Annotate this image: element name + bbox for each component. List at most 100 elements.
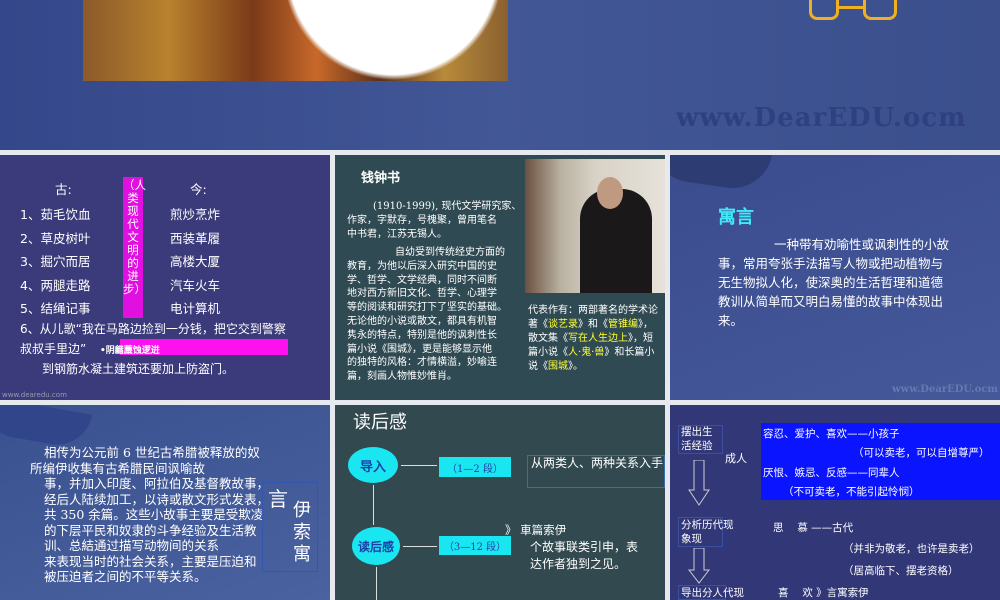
works-text: 代表作有：两部著名的学术论著《谈艺录》和《管锥编》，散文集《写在人生边上》，短篇… <box>528 305 658 372</box>
leaf-decoration <box>670 155 773 194</box>
text-line: 经后人陆续加工，以诗或散文形式发表， <box>44 491 270 507</box>
node-reflection: 读后感 <box>352 527 400 565</box>
modern-label: 今: <box>190 182 207 197</box>
reflection-text-2: 达作者独到之见。 <box>530 557 627 571</box>
text-line: 中书君，江苏无锡人。 <box>347 229 447 240</box>
portrait-photo <box>525 159 665 293</box>
text-line: 共 350 余篇。这些小故事主要是受欺凌 <box>44 507 264 522</box>
intro-text-value: 从两类人、两种关系入手 <box>531 456 664 470</box>
text-line: 篇，刻画人物惟妙惟肖。 <box>347 371 457 383</box>
panel-line: （可以卖老，可以自增尊严） <box>853 447 990 459</box>
text-line: (1910-1999), 现代文学研究家、 <box>373 201 522 212</box>
row2-b: （居高临下、摆老资格） <box>843 565 959 577</box>
range-box-1: （1—2 段） <box>439 457 511 477</box>
text-line: 地对西方新旧文化、哲学、心理学 <box>347 288 497 300</box>
definition-text: 一种带有劝喻性或讽刺性的小故事，常用夸张手法描写人物或把动植物与无生物拟人化，使… <box>718 235 954 330</box>
slide-age-analysis[interactable]: 摆出生活经验 成人 { 容忍、爱护、喜欢——小孩子 （可以卖老，可以自增尊严） … <box>670 405 1000 600</box>
reflection-text-1: 个故事联类引申，表 <box>530 540 639 554</box>
row3-text: 喜 欢 》言寓索伊 <box>778 587 869 599</box>
vertical-banner: （人类现代文明的进步） <box>123 177 146 318</box>
logo-icon <box>809 0 839 20</box>
text-line: 篇小说《围城》，更是能够显示他 <box>347 343 492 355</box>
panel-line: （不可卖老，不能引起怜悯） <box>783 486 920 498</box>
text-line: 的独特的风格：才情横溢，妙喻连 <box>347 357 497 369</box>
slide-qian-zhongshu[interactable]: 钱钟书 (1910-1999), 现代文学研究家、 作家，字默存，号槐聚，曾用笔… <box>335 155 665 400</box>
modern-item: 煎炒烹炸 <box>170 207 221 222</box>
slide-fable-definition[interactable]: 寓言 一种带有劝喻性或讽刺性的小故事，常用夸张手法描写人物或把动植物与无生物拟人… <box>670 155 1000 400</box>
text-line: 事，并加入印度、阿拉伯及基督教故事， <box>44 476 270 491</box>
bio-para1: (1910-1999), 现代文学研究家、 作家，字默存，号槐聚，曾用笔名 中书… <box>347 200 521 242</box>
text-line: 来表现当时的社会关系，主要是压迫和 <box>44 553 257 569</box>
aesop-text: 相传为公元前 6 世纪古希腊被释放的奴 所编伊收集有古希腊民间讽喻故 事，并加入… <box>30 445 269 585</box>
item6-line2: 叔叔手里边” <box>20 342 87 356</box>
text-line: 等的阅读和研究打下了坚实的基础。 <box>347 302 507 314</box>
text-line: 相传为公元前 6 世纪古希腊被释放的奴 <box>44 445 260 460</box>
text-line: 无论他的小说或散文，都具有机智 <box>347 315 497 327</box>
panel-line: 厌恨、嫉忌、反感——同辈人 <box>763 467 900 479</box>
logo-bar <box>836 6 866 9</box>
text-line: 教育，为他以后深入研究中国的史 <box>347 260 497 272</box>
slide-title: 寓言 <box>718 207 754 228</box>
text-line: 学、哲学、文学经典，同时不间断 <box>347 274 497 286</box>
slide-top[interactable]: www.DearEDU.ocm <box>0 0 1000 150</box>
modern-item: 高楼大厦 <box>170 254 221 269</box>
ancient-list: 1、茹毛饮血 2、草皮树叶 3、掘穴而居 4、两腿走路 5、结绳记事 <box>20 203 90 321</box>
down-arrow-icon <box>688 459 710 506</box>
down-arrow-icon <box>687 547 711 584</box>
text-line: 训、总結通过描写动物间的关系 <box>44 538 220 553</box>
box-derive-text: 导出分人代现 <box>681 587 744 599</box>
bio-para2: 自幼受到传统经史方面的 教育，为他以后深入研究中国的史 学、哲学、文学经典，同时… <box>347 246 507 384</box>
text-line: 的下层平民和奴隶的斗争经验及生活教 <box>44 522 257 538</box>
box-experience-value: 摆出生活经验 <box>681 426 713 452</box>
overlay-text: •阴龤蘪蚀逻逬 <box>100 346 160 356</box>
modern-item: 西装革履 <box>170 230 221 246</box>
vertical-banner-text: （人类现代文明的进步） <box>123 178 146 296</box>
reflection-head: 》 車篇索伊 <box>505 523 567 537</box>
row2-a: （并非为敬老，也许是卖老） <box>843 543 980 555</box>
slide-title: 读后感 <box>353 412 407 433</box>
arrow-line <box>403 546 437 547</box>
ancient-item: 3、掘穴而居 <box>20 254 91 269</box>
connector-line <box>373 485 374 525</box>
watermark: www.dearedu.com <box>2 391 67 399</box>
box-experience-text: 摆出生活经验 <box>681 425 719 453</box>
text-line: 隽永的特点，特别是他的讽刺性长 <box>347 329 497 341</box>
row2-text: 思 慕 ——古代 <box>773 522 854 534</box>
text-line: 被压迫者之间的不平等关系。 <box>44 569 207 584</box>
box-history-value: 分析历代现象现 <box>681 519 734 545</box>
text-line: 所编伊收集有古希腊民间讽喻故 <box>30 460 206 476</box>
ancient-item: 1、茹毛饮血 <box>20 207 91 222</box>
slide-aesop[interactable]: 相传为公元前 6 世纪古希腊被释放的奴 所编伊收集有古希腊民间讽喻故 事，并加入… <box>0 405 330 600</box>
ancient-item: 5、结绳记事 <box>20 301 91 316</box>
slide-civilization[interactable]: 古: 今: 1、茹毛饮血 2、草皮树叶 3、掘穴而居 4、两腿走路 5、结绳记事… <box>0 155 330 400</box>
portrait-head <box>597 177 623 209</box>
item6-line3: 到钢筋水凝土建筑还要加上防盗门。 <box>42 362 235 376</box>
side-char: 言 <box>268 487 288 511</box>
vertical-title: 伊索寓 <box>293 500 313 566</box>
ancient-item: 4、两腿走路 <box>20 277 91 293</box>
modern-item: 电计算机 <box>170 301 221 316</box>
modern-item: 汽车火车 <box>170 277 221 293</box>
connector-line <box>376 567 377 600</box>
node-intro: 导入 <box>348 447 398 483</box>
slide-reading-flow[interactable]: 读后感 导入 （1—2 段） 从两类人、两种关系入手 读后感 （3—12 段） … <box>335 405 665 600</box>
item6-line1: 6、从儿歌“我在马路边捡到一分钱，把它交到警察 <box>20 322 286 336</box>
range-box-2: （3—12 段） <box>439 536 511 555</box>
ancient-label: 古: <box>55 182 72 197</box>
watermark: www.DearEDU.ocm <box>676 103 967 133</box>
arrow-line <box>401 465 437 466</box>
panel-line: 容忍、爱护、喜欢——小孩子 <box>763 428 900 440</box>
ancient-item: 2、草皮树叶 <box>20 230 91 246</box>
leaf-decoration <box>0 405 93 451</box>
vertical-title-text: 伊索寓 <box>293 500 311 565</box>
box-history-text: 分析历代现象现 <box>681 518 743 546</box>
watermark: www.DearEDU.ocm <box>892 384 999 395</box>
modern-list: 煎炒烹炸 西装革履 高楼大厦 汽车火车 电计算机 <box>170 203 220 321</box>
definition-body: 一种带有劝喻性或讽刺性的小故事，常用夸张手法描写人物或把动植物与无生物拟人化，使… <box>718 237 950 328</box>
painting-image <box>83 0 508 81</box>
slide-title: 钱钟书 <box>361 171 401 186</box>
blue-panel: 容忍、爱护、喜欢——小孩子 （可以卖老，可以自增尊严） 厌恨、嫉忌、反感——同辈… <box>761 423 1000 500</box>
text-line: 自幼受到传统经史方面的 <box>395 247 505 258</box>
intro-text: 从两类人、两种关系入手 <box>531 456 663 471</box>
logo-icon-right <box>863 0 897 20</box>
